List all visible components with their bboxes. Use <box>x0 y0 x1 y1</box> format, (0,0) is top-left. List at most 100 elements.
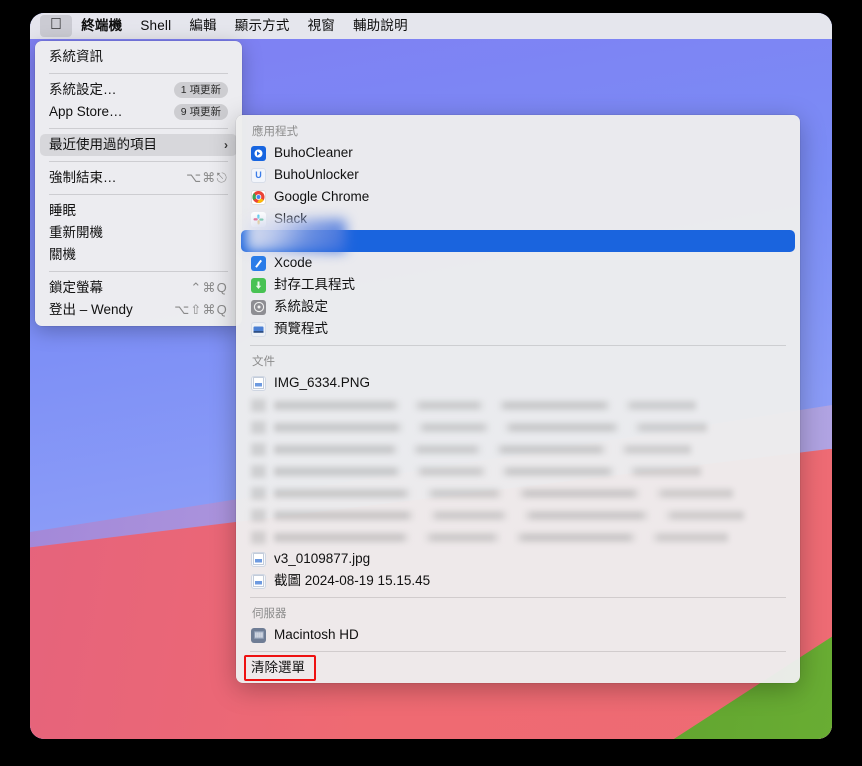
clear-menu-button[interactable]: 清除選單 <box>241 655 795 681</box>
apple-menu-dropdown: 系統資訊 系統設定… 1 項更新 App Store… 9 項更新 最近使用過的… <box>35 41 242 326</box>
menu-item-restart[interactable]: 重新開機 <box>40 222 237 244</box>
buhounlocker-icon: U <box>251 167 266 183</box>
slack-icon <box>251 211 266 227</box>
menu-item-label: 最近使用過的項目 <box>49 137 157 152</box>
clear-menu-label: 清除選單 <box>251 660 305 675</box>
recent-item-label: IMG_6334.PNG <box>274 375 371 390</box>
menu-separator <box>49 271 228 272</box>
document-icon <box>251 442 266 456</box>
submenu-separator <box>250 597 786 598</box>
document-icon <box>251 573 266 589</box>
menu-item-label: 強制結束… <box>49 170 117 185</box>
system-settings-update-badge: 1 項更新 <box>173 82 228 98</box>
recent-doc-redacted[interactable] <box>241 526 795 548</box>
document-icon <box>251 551 266 567</box>
recent-doc-img-6334[interactable]: IMG_6334.PNG <box>241 372 795 394</box>
recent-app-buhocleaner[interactable]: BuhoCleaner <box>241 142 795 164</box>
recent-doc-redacted[interactable] <box>241 460 795 482</box>
menu-separator <box>49 161 228 162</box>
document-icon <box>251 508 266 522</box>
system-settings-icon <box>251 299 266 315</box>
menu-item-label: 登出 – Wendy <box>49 302 133 317</box>
menubar-item-shell[interactable]: Shell <box>131 15 180 37</box>
recent-doc-redacted[interactable] <box>241 416 795 438</box>
recent-app-archive-utility[interactable]: 封存工具程式 <box>241 274 795 296</box>
recent-doc-redacted[interactable] <box>241 482 795 504</box>
menu-item-about-this-mac[interactable]: 系統資訊 <box>40 46 237 68</box>
menu-item-label: 關機 <box>49 247 76 262</box>
recent-item-label: BuhoCleaner <box>274 145 353 160</box>
menu-item-sleep[interactable]: 睡眠 <box>40 200 237 222</box>
recent-server-macintosh-hd[interactable]: Macintosh HD <box>241 624 795 646</box>
desktop-screen:  終端機 Shell 編輯 顯示方式 視窗 輔助說明 系統資訊 系統設定… 1… <box>30 13 832 739</box>
recent-item-label: 預覽程式 <box>274 321 328 336</box>
document-icon <box>251 530 266 544</box>
menu-item-lock-screen[interactable]: 鎖定螢幕 ⌃⌘Q <box>40 277 237 299</box>
document-icon <box>251 464 266 478</box>
menu-item-label: 重新開機 <box>49 225 103 240</box>
menu-bar:  終端機 Shell 編輯 顯示方式 視窗 輔助說明 <box>30 13 832 39</box>
chevron-right-icon: › <box>224 138 228 152</box>
recent-app-slack[interactable]: Slack <box>241 208 795 230</box>
menu-item-system-settings[interactable]: 系統設定… 1 項更新 <box>40 79 237 101</box>
menu-separator <box>49 128 228 129</box>
menu-item-shortcut: ⌥⇧⌘Q <box>174 302 228 317</box>
recent-app-system-settings[interactable]: 系統設定 <box>241 296 795 318</box>
recent-app-google-chrome[interactable]: Google Chrome <box>241 186 795 208</box>
menu-separator <box>49 73 228 74</box>
submenu-section-header-documents: 文件 <box>252 356 275 368</box>
document-icon <box>251 375 266 391</box>
recent-item-label: BuhoUnlocker <box>274 167 359 182</box>
menu-item-label: App Store… <box>49 104 123 119</box>
menu-item-shortcut: ⌥⌘⎋ <box>186 170 228 185</box>
menu-separator <box>49 194 228 195</box>
recent-item-label: v3_0109877.jpg <box>274 551 371 566</box>
recent-app-selected-redacted[interactable] <box>241 219 795 252</box>
menu-item-label: 系統資訊 <box>49 49 103 64</box>
apple-glyph:  <box>50 17 62 33</box>
submenu-section-header-applications: 應用程式 <box>252 126 298 138</box>
preview-app-icon <box>251 321 266 337</box>
submenu-section-header-servers: 伺服器 <box>252 608 287 620</box>
recent-item-label: Slack <box>274 211 308 226</box>
menu-item-label: 鎖定螢幕 <box>49 280 103 295</box>
recent-item-label: Macintosh HD <box>274 627 359 642</box>
submenu-separator <box>250 651 786 652</box>
menu-item-force-quit[interactable]: 強制結束… ⌥⌘⎋ <box>40 167 237 189</box>
menu-item-shortcut: ⌃⌘Q <box>190 280 228 295</box>
recent-items-submenu: 應用程式 BuhoCleaner U BuhoUnlocker Google C… <box>236 115 800 683</box>
menu-item-recent-items[interactable]: 最近使用過的項目 › <box>40 134 237 156</box>
menu-item-label: 系統設定… <box>49 82 117 97</box>
recent-doc-screenshot[interactable]: 截圖 2024-08-19 15.15.45 <box>241 570 795 592</box>
menubar-item-terminal[interactable]: 終端機 <box>72 15 131 37</box>
recent-app-buhounlocker[interactable]: U BuhoUnlocker <box>241 164 795 186</box>
archive-utility-icon <box>251 277 266 293</box>
menu-item-app-store[interactable]: App Store… 9 項更新 <box>40 101 237 123</box>
menu-item-shutdown[interactable]: 關機 <box>40 244 237 266</box>
xcode-icon <box>251 255 266 271</box>
recent-item-label: 封存工具程式 <box>274 277 355 292</box>
buhocleaner-icon <box>251 145 266 161</box>
document-icon <box>251 420 266 434</box>
menu-item-label: 睡眠 <box>49 203 76 218</box>
recent-item-label: Xcode <box>274 255 313 270</box>
menubar-item-edit[interactable]: 編輯 <box>180 15 225 37</box>
menu-item-log-out[interactable]: 登出 – Wendy ⌥⇧⌘Q <box>40 299 237 321</box>
recent-item-label: Google Chrome <box>274 189 370 204</box>
recent-doc-redacted[interactable] <box>241 438 795 460</box>
menubar-item-window[interactable]: 視窗 <box>299 15 344 37</box>
document-icon <box>251 486 266 500</box>
recent-app-preview[interactable]: 預覽程式 <box>241 318 795 340</box>
recent-doc-redacted[interactable] <box>241 504 795 526</box>
recent-item-label: 系統設定 <box>274 299 328 314</box>
recent-item-label: 截圖 2024-08-19 15.15.45 <box>274 573 431 588</box>
recent-doc-redacted[interactable] <box>241 394 795 416</box>
submenu-separator <box>250 345 786 346</box>
recent-doc-v3-0109877[interactable]: v3_0109877.jpg <box>241 548 795 570</box>
document-icon <box>251 398 266 412</box>
google-chrome-icon <box>251 189 266 205</box>
menubar-item-view[interactable]: 顯示方式 <box>226 15 299 37</box>
apple-logo-icon[interactable]:  <box>40 15 73 37</box>
recent-app-xcode[interactable]: Xcode <box>241 252 795 274</box>
menubar-item-help[interactable]: 輔助說明 <box>344 15 417 37</box>
